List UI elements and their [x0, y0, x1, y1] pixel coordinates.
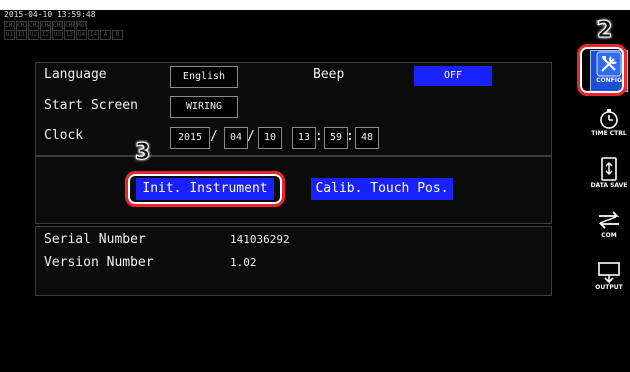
calib-touch-button[interactable]: Calib. Touch Pos. [311, 178, 453, 200]
clock-label: Clock [44, 128, 84, 143]
channel-indicator: U2 [28, 30, 39, 40]
clock-second-field[interactable]: 48 [355, 127, 379, 149]
channel-indicator: B [112, 30, 123, 40]
start-screen-value-button[interactable]: WIRING [170, 96, 238, 118]
sidebar-label-com: COM [601, 232, 617, 239]
language-label: Language [44, 67, 107, 82]
channel-indicator: I4 [88, 30, 99, 40]
sidebar-label-data-save: DATA SAVE [590, 182, 628, 189]
time-separator: : [346, 129, 354, 144]
serial-number-value: 141036292 [230, 233, 290, 246]
serial-number-label: Serial Number [44, 232, 146, 247]
callout-step-3: 3 [134, 140, 151, 166]
clock-hour-field[interactable]: 13 [292, 127, 316, 149]
language-value-button[interactable]: English [170, 66, 238, 88]
clock-year-field[interactable]: 2015 [170, 127, 210, 149]
channel-status-grid: CH1 CH2 CH3 CH4 CH5 CH6 Mot U1 I1 U2 I2 U3 I3 U4 I4 A B [4, 21, 124, 40]
time-separator: : [315, 129, 323, 144]
com-arrows-icon [598, 211, 620, 229]
stopwatch-icon [600, 109, 618, 129]
actions-panel [35, 156, 552, 224]
sidebar-item-output[interactable]: OUTPUT [590, 260, 628, 300]
instrument-screen: 2015-04-10 13:59:48 CH1 CH2 CH3 CH4 CH5 CH6 Mo… [0, 10, 588, 372]
channel-indicator: I2 [40, 30, 51, 40]
date-separator: / [247, 129, 255, 144]
clock-month-field[interactable]: 04 [224, 127, 248, 149]
sidebar-label-time-ctrl: TIME CTRL [591, 130, 627, 137]
status-timestamp: 2015-04-10 13:59:48 [4, 10, 96, 19]
version-number-value: 1.02 [230, 256, 257, 269]
channel-indicator: U3 [52, 30, 63, 40]
channel-indicator: U1 [4, 30, 15, 40]
sidebar-item-time-ctrl[interactable]: TIME CTRL [590, 106, 628, 146]
callout-ring-init [125, 171, 285, 207]
output-icon [598, 262, 620, 284]
beep-toggle[interactable]: OFF [414, 66, 492, 86]
start-screen-label: Start Screen [44, 98, 138, 113]
channel-indicator: U4 [76, 30, 87, 40]
channel-indicator: I3 [64, 30, 75, 40]
channel-indicator: I1 [16, 30, 27, 40]
clock-day-field[interactable]: 10 [258, 127, 282, 149]
clock-minute-field[interactable]: 59 [324, 127, 348, 149]
beep-label: Beep [313, 67, 345, 82]
sidebar-item-com[interactable]: COM [590, 208, 628, 248]
date-separator: / [210, 129, 218, 144]
channel-indicator: A [100, 30, 111, 40]
sidebar-label-output: OUTPUT [595, 284, 623, 291]
callout-step-2: 2 [596, 18, 613, 44]
version-number-label: Version Number [44, 255, 154, 270]
usb-save-icon [601, 157, 617, 181]
callout-ring-config [577, 44, 627, 96]
sidebar-item-data-save[interactable]: DATA SAVE [590, 156, 628, 196]
